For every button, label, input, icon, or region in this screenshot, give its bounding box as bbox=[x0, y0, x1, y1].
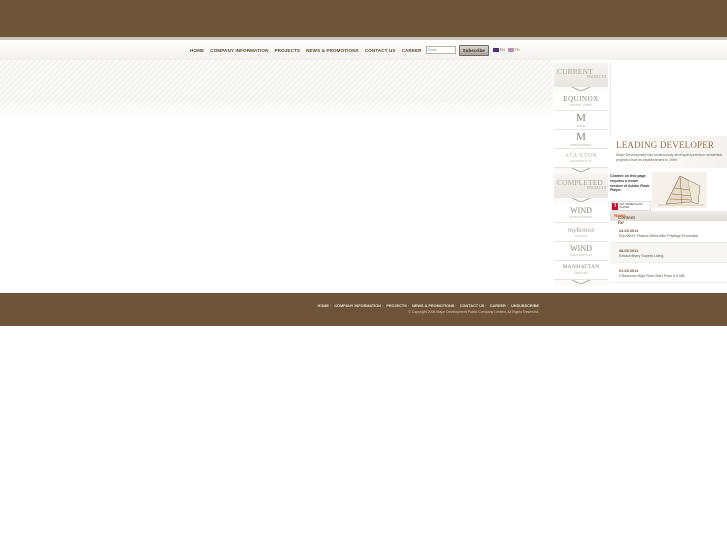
footer-career[interactable]: CAREER bbox=[490, 304, 506, 308]
news-item[interactable]: 24.06.2011 EQUINOX Phahol-Vibha offer Pr… bbox=[610, 223, 727, 243]
news-item[interactable]: 08.06.2011 Extraordinary Superb Living bbox=[610, 243, 727, 263]
chevron-down-icon bbox=[572, 168, 590, 172]
project-m-phromphong[interactable]: M PHROMPHONG bbox=[554, 130, 608, 149]
project-sub: CHIDLOM bbox=[574, 271, 588, 275]
footer: HOME · COMPANY INFORMATION · PROJECTS · … bbox=[0, 293, 727, 326]
thai-flag-icon[interactable] bbox=[507, 48, 514, 52]
news-date: 24.06.2011 bbox=[619, 228, 639, 233]
footer-unsubscribe[interactable]: UNSUBSCRIBE bbox=[511, 304, 539, 308]
adobe-flash-icon: f bbox=[612, 202, 619, 210]
project-mykonos[interactable]: mykonos HUA HIN bbox=[554, 223, 608, 242]
flash-banner-area bbox=[610, 63, 727, 134]
news-title: Content for News bbox=[614, 213, 635, 225]
projects-sidebar: CURRENT PROJECTS EQUINOX PHAHOL-VIBHA M … bbox=[554, 63, 608, 285]
lang-en[interactable]: EN bbox=[500, 48, 505, 52]
chevron-down-icon bbox=[572, 198, 590, 202]
nav-contact-us[interactable]: CONTACT US bbox=[365, 48, 396, 53]
current-projects-header: CURRENT PROJECTS bbox=[554, 63, 608, 87]
footer-news-promotions[interactable]: NEWS & PROMOTIONS bbox=[412, 304, 454, 308]
uk-flag-icon[interactable] bbox=[492, 48, 499, 52]
project-logo: M bbox=[576, 111, 586, 124]
footer-company-information[interactable]: COMPANY INFORMATION bbox=[334, 304, 381, 308]
pattern-fade bbox=[0, 100, 553, 117]
nav-news-promotions[interactable]: NEWS & PROMOTIONS bbox=[306, 48, 359, 53]
top-banner bbox=[0, 0, 727, 37]
project-aguston[interactable]: AGUSTON SUKHUMVIT 22 bbox=[554, 149, 608, 168]
get-flash-button[interactable]: f GET ADOBE FLASH PLAYER bbox=[611, 201, 651, 211]
nav-projects[interactable]: PROJECTS bbox=[275, 48, 301, 53]
chevron-down-icon bbox=[572, 280, 590, 284]
project-wind-ratchayothin[interactable]: WIND RATCHAYOTHIN bbox=[554, 204, 608, 223]
subscribe-button[interactable]: Subscribe bbox=[458, 44, 489, 56]
copyright: © Copyright 2006 Major Development Publi… bbox=[408, 310, 539, 314]
nav-company-information[interactable]: COMPANY INFORMATION bbox=[210, 48, 268, 53]
footer-home[interactable]: HOME bbox=[318, 304, 329, 308]
right-panel: LEADING DEVELOPER Major Development has … bbox=[610, 63, 727, 293]
project-sub: PHROMPHONG bbox=[570, 143, 592, 147]
flash-notice: Content on this page requires a newer ve… bbox=[610, 174, 650, 193]
chevron-down-icon bbox=[572, 87, 590, 91]
news-list: 24.06.2011 EQUINOX Phahol-Vibha offer Pr… bbox=[610, 223, 727, 285]
lang-th[interactable]: TH bbox=[515, 48, 520, 52]
project-logo: mykonos bbox=[567, 225, 595, 235]
project-wind-sukhumvit[interactable]: WIND SUKHUMVIT 23 bbox=[554, 242, 608, 261]
project-logo: MANHATTAN bbox=[562, 264, 600, 271]
news-text[interactable]: Extraordinary Superb Living bbox=[619, 254, 663, 258]
current-sub: PROJECTS bbox=[587, 74, 607, 79]
project-logo: EQUINOX bbox=[563, 94, 599, 103]
nav-career[interactable]: CAREER bbox=[402, 48, 422, 53]
leading-developer-box: LEADING DEVELOPER Major Development has … bbox=[610, 136, 727, 168]
completed-sub: PROJECTS bbox=[587, 185, 607, 190]
email-field[interactable]: Email bbox=[425, 46, 456, 54]
project-logo: WIND bbox=[570, 206, 592, 215]
footer-links: HOME · COMPANY INFORMATION · PROJECTS · … bbox=[317, 304, 539, 308]
nav-home[interactable]: HOME bbox=[190, 48, 204, 53]
project-logo: M bbox=[576, 130, 586, 143]
news-date: 01.06.2011 bbox=[619, 268, 639, 273]
project-logo: WIND bbox=[570, 244, 592, 253]
main-nav: HOME COMPANY INFORMATION PROJECTS NEWS &… bbox=[190, 44, 523, 56]
get-flash-text: GET ADOBE FLASH PLAYER bbox=[619, 203, 643, 209]
news-text[interactable]: 2 Bedroom High Floor Start From 6.9 MB bbox=[619, 274, 685, 278]
project-logo: AGUSTON bbox=[564, 153, 598, 159]
footer-contact-us[interactable]: CONTACT US bbox=[460, 304, 485, 308]
project-m-muse[interactable]: M MUSE bbox=[554, 111, 608, 130]
language-switcher: EN TH bbox=[492, 48, 523, 52]
news-date: 08.06.2011 bbox=[619, 248, 639, 253]
project-sub: SUKHUMVIT 22 bbox=[570, 160, 592, 163]
leader-title: LEADING DEVELOPER bbox=[616, 140, 715, 150]
footer-projects[interactable]: PROJECTS bbox=[386, 304, 406, 308]
news-text[interactable]: EQUINOX Phahol-Vibha offer Privilege Pro… bbox=[619, 234, 698, 238]
completed-projects-header: COMPLETED PROJECTS bbox=[554, 174, 608, 198]
project-sub: RATCHAYOTHIN bbox=[569, 216, 593, 219]
project-manhattan[interactable]: MANHATTAN CHIDLOM bbox=[554, 261, 608, 280]
project-sub: SUKHUMVIT 23 bbox=[570, 254, 592, 257]
project-equinox[interactable]: EQUINOX PHAHOL-VIBHA bbox=[554, 92, 608, 111]
news-item[interactable]: 01.06.2011 2 Bedroom High Floor Start Fr… bbox=[610, 263, 727, 283]
news-header: Content for News bbox=[610, 211, 727, 225]
project-sub: PHAHOL-VIBHA bbox=[569, 103, 593, 107]
project-sub: MUSE bbox=[576, 124, 586, 128]
building-illustration bbox=[652, 172, 707, 208]
leader-text: Major Development has continuously devel… bbox=[616, 153, 723, 162]
project-sub: HUA HIN bbox=[574, 234, 588, 238]
